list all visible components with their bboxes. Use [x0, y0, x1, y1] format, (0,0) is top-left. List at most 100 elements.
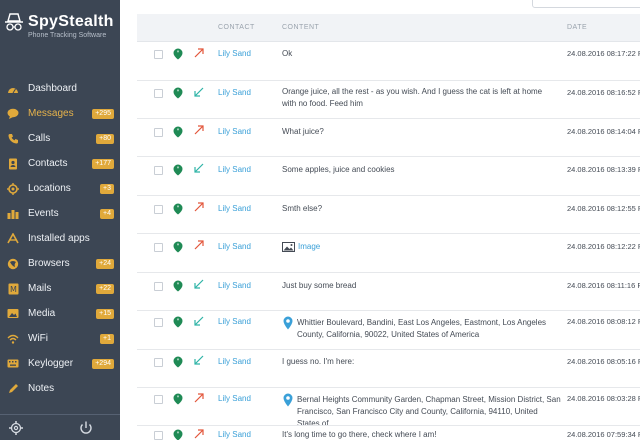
sidebar-nav: Dashboard Messages +295 Calls +80 Contac…: [0, 76, 120, 401]
contacts-icon: [6, 157, 20, 171]
table-row[interactable]: " Lily Sand Orange juice, all the rest -…: [137, 81, 640, 119]
top-bar: [120, 0, 640, 14]
count-badge: +22: [96, 283, 114, 294]
column-header-contact[interactable]: CONTACT: [218, 24, 255, 31]
outgoing-arrow-icon: [194, 240, 204, 250]
count-badge: +4: [100, 208, 114, 219]
row-checkbox[interactable]: [154, 89, 163, 98]
incoming-arrow-icon: [194, 163, 204, 173]
contact-link[interactable]: Lily Sand: [218, 394, 251, 403]
incoming-arrow-icon: [194, 316, 204, 326]
search-input[interactable]: [532, 0, 640, 8]
sidebar-item-dashboard[interactable]: Dashboard: [0, 76, 120, 101]
message-date: 24.08.2016 08:13:39 PM: [567, 165, 640, 174]
sidebar-item-calls[interactable]: Calls +80: [0, 126, 120, 151]
message-content: Image: [282, 241, 557, 253]
contact-link[interactable]: Lily Sand: [218, 242, 251, 251]
brand-logo[interactable]: SpyStealth Phone Tracking Software: [0, 0, 120, 60]
contact-link[interactable]: Lily Sand: [218, 127, 251, 136]
message-content: It's long time to go there, check where …: [282, 430, 437, 439]
message-icon: ": [173, 241, 183, 253]
table-row[interactable]: " Lily Sand What juice? 24.08.2016 08:14…: [137, 119, 640, 157]
row-checkbox[interactable]: [154, 318, 163, 327]
contact-link[interactable]: Lily Sand: [218, 357, 251, 366]
contact-link[interactable]: Lily Sand: [218, 49, 251, 58]
power-icon[interactable]: [78, 420, 94, 436]
table-row[interactable]: " Lily Sand Bernal Heights Community Gar…: [137, 388, 640, 426]
row-checkbox[interactable]: [154, 243, 163, 252]
sidebar-item-mails[interactable]: M Mails +22: [0, 276, 120, 301]
gear-icon[interactable]: [8, 420, 24, 436]
message-icon: ": [173, 316, 183, 328]
table-row[interactable]: " Lily Sand Ok 24.08.2016 08:17:22 PM: [137, 42, 640, 81]
contact-link[interactable]: Lily Sand: [218, 317, 251, 326]
sidebar-item-events[interactable]: Events +4: [0, 201, 120, 226]
incoming-arrow-icon: [194, 87, 204, 97]
image-icon: [282, 241, 295, 252]
message-date: 24.08.2016 08:12:22 PM: [567, 242, 640, 251]
keyboard-icon: [6, 357, 20, 371]
message-date: 24.08.2016 08:17:22 PM: [567, 49, 640, 58]
sidebar-item-label: Events: [28, 208, 59, 219]
notes-icon: [6, 382, 20, 396]
image-link[interactable]: Image: [298, 242, 320, 251]
row-checkbox[interactable]: [154, 282, 163, 291]
svg-text:": ": [177, 431, 180, 438]
table-row[interactable]: " Lily Sand I guess no. I'm here: 24.08.…: [137, 350, 640, 388]
sidebar-item-wifi[interactable]: WiFi +1: [0, 326, 120, 351]
outgoing-arrow-icon: [194, 125, 204, 135]
table-row[interactable]: " Lily Sand It's long time to go there, …: [137, 426, 640, 440]
contact-link[interactable]: Lily Sand: [218, 430, 251, 439]
row-checkbox[interactable]: [154, 205, 163, 214]
contact-link[interactable]: Lily Sand: [218, 88, 251, 97]
sidebar-item-contacts[interactable]: Contacts +177: [0, 151, 120, 176]
mail-icon: M: [6, 282, 20, 296]
sidebar-item-keylogger[interactable]: Keylogger +294: [0, 351, 120, 376]
phone-icon: [6, 132, 20, 146]
sidebar-item-messages[interactable]: Messages +295: [0, 101, 120, 126]
contact-link[interactable]: Lily Sand: [218, 204, 251, 213]
contact-link[interactable]: Lily Sand: [218, 165, 251, 174]
count-badge: +294: [92, 358, 114, 369]
table-row[interactable]: " Lily Sand Image 24.08.2016 08:12:22 PM: [137, 234, 640, 273]
table-row[interactable]: " Lily Sand Whittier Boulevard, Bandini,…: [137, 311, 640, 350]
column-header-content[interactable]: CONTENT: [282, 24, 319, 31]
sidebar-item-installed-apps[interactable]: Installed apps: [0, 226, 120, 251]
count-badge: +24: [96, 258, 114, 269]
sidebar-footer: [0, 414, 120, 440]
sidebar-item-notes[interactable]: Notes: [0, 376, 120, 401]
dashboard-icon: [6, 82, 20, 96]
svg-text:M: M: [10, 285, 17, 294]
svg-text:": ": [177, 282, 180, 289]
message-icon: ": [173, 203, 183, 215]
sidebar-item-media[interactable]: Media +15: [0, 301, 120, 326]
sidebar-item-label: Dashboard: [28, 83, 77, 94]
column-header-date[interactable]: DATE: [567, 24, 587, 31]
sidebar-item-locations[interactable]: Locations +3: [0, 176, 120, 201]
table-row[interactable]: " Lily Sand Just buy some bread 24.08.20…: [137, 273, 640, 311]
sidebar-item-label: Browsers: [28, 258, 70, 269]
outgoing-arrow-icon: [194, 48, 204, 58]
row-checkbox[interactable]: [154, 128, 163, 137]
table-row[interactable]: " Lily Sand Smth else? 24.08.2016 08:12:…: [137, 196, 640, 234]
row-checkbox[interactable]: [154, 50, 163, 59]
incoming-arrow-icon: [194, 355, 204, 365]
message-content: Orange juice, all the rest - as you wish…: [282, 87, 543, 108]
row-checkbox[interactable]: [154, 395, 163, 404]
table-row[interactable]: " Lily Sand Some apples, juice and cooki…: [137, 157, 640, 196]
message-date: 24.08.2016 08:12:55 PM: [567, 204, 640, 213]
sidebar-item-label: Messages: [28, 108, 74, 119]
row-checkbox[interactable]: [154, 166, 163, 175]
count-badge: +177: [92, 158, 114, 169]
sidebar-item-label: Contacts: [28, 158, 68, 169]
row-checkbox[interactable]: [154, 358, 163, 367]
contact-link[interactable]: Lily Sand: [218, 281, 251, 290]
svg-text:": ": [177, 166, 180, 173]
message-icon: ": [173, 48, 183, 60]
message-date: 24.08.2016 07:59:34 PM: [567, 430, 640, 439]
row-checkbox[interactable]: [154, 431, 163, 440]
count-badge: +3: [100, 183, 114, 194]
message-icon: ": [173, 126, 183, 138]
apps-icon: [6, 232, 20, 246]
sidebar-item-browsers[interactable]: Browsers +24: [0, 251, 120, 276]
